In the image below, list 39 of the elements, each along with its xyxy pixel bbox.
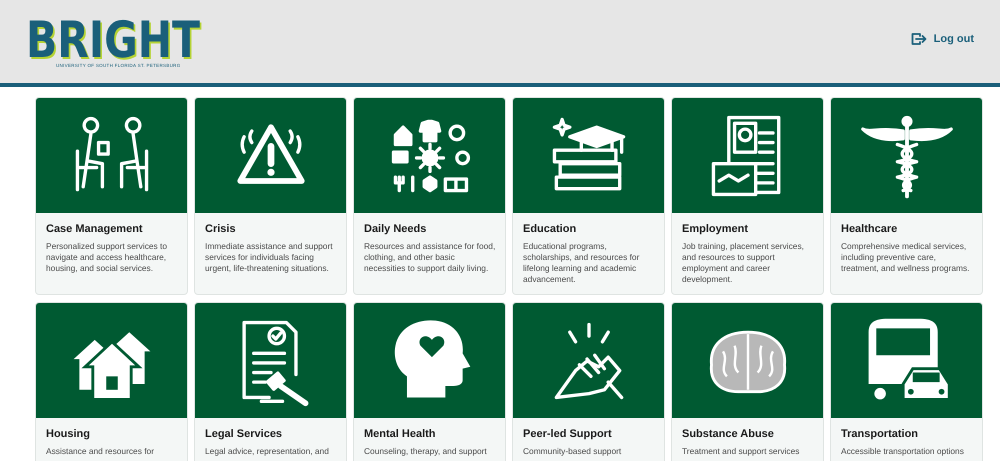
card-title: Housing	[46, 428, 91, 440]
service-card[interactable]: Legal Services Legal advice, representation, and	[194, 302, 347, 461]
card-description: Job training, placement services, and resources to support employment and career development.	[682, 241, 805, 285]
card-description: Comprehensive medical services, including preventive care, treatment, and wellness programs.	[841, 241, 970, 274]
card-title: Legal Services	[205, 428, 284, 440]
card-title: Mental Health	[364, 428, 437, 440]
card-description: Community-based support	[523, 446, 622, 457]
logout-button[interactable]: Log out	[910, 32, 974, 46]
card-description: Immediate assistance and support services for individuals facing urgent, life-threatening situations.	[205, 241, 334, 274]
logout-icon	[910, 32, 927, 46]
card-description: Personalized support services to navigate and access healthcare, housing, and social services.	[46, 241, 168, 274]
service-card[interactable]: Peer-led Support Community-based support	[512, 302, 665, 461]
service-card[interactable]: Transportation Accessible transportation options	[830, 302, 983, 461]
service-card[interactable]: Housing Assistance and resources for	[35, 302, 188, 461]
service-card[interactable]: Healthcare Comprehensive medical services, including preventive care, treatment, and wellness programs.	[830, 97, 983, 295]
card-title: Employment	[682, 223, 750, 235]
card-description: Legal advice, representation, and	[205, 446, 330, 457]
card-title: Case Management	[46, 223, 144, 235]
card-title: Substance Abuse	[682, 428, 775, 440]
service-card[interactable]: Employment Job training, placement services, and resources to support employment and career development.	[671, 97, 824, 295]
card-description: Assistance and resources for	[46, 446, 155, 457]
service-card[interactable]: Case Management Personalized support services to navigate and access healthcare, housing, and social services.	[35, 97, 188, 295]
service-card[interactable]: Crisis Immediate assistance and support services for individuals facing urgent, life-threatening situations.	[194, 97, 347, 295]
service-card[interactable]: Mental Health Counseling, therapy, and support	[353, 302, 506, 461]
card-description: Accessible transportation options	[841, 446, 965, 457]
card-description: Resources and assistance for food, clothing, and other basic necessities to support daily living.	[364, 241, 496, 274]
card-description: Treatment and support services	[682, 446, 800, 457]
card-description: Counseling, therapy, and support	[364, 446, 488, 457]
card-description: Educational programs, scholarships, and resources for lifelong learning and academic advancement.	[523, 241, 640, 285]
card-title: Healthcare	[841, 223, 898, 235]
card-title: Transportation	[841, 428, 920, 440]
service-card[interactable]: Education Educational programs, scholarships, and resources for lifelong learning and academic advancement.	[512, 97, 665, 295]
card-title: Crisis	[205, 223, 237, 235]
logo[interactable]: BRIGHT	[26, 17, 200, 63]
service-card[interactable]: Daily Needs Resources and assistance for food, clothing, and other basic necessities to support daily living.	[353, 97, 506, 295]
card-title: Education	[523, 223, 578, 235]
card-title: Peer-led Support	[523, 428, 613, 440]
card-title: Daily Needs	[364, 223, 428, 235]
service-card[interactable]: Substance Abuse Treatment and support services	[671, 302, 824, 461]
